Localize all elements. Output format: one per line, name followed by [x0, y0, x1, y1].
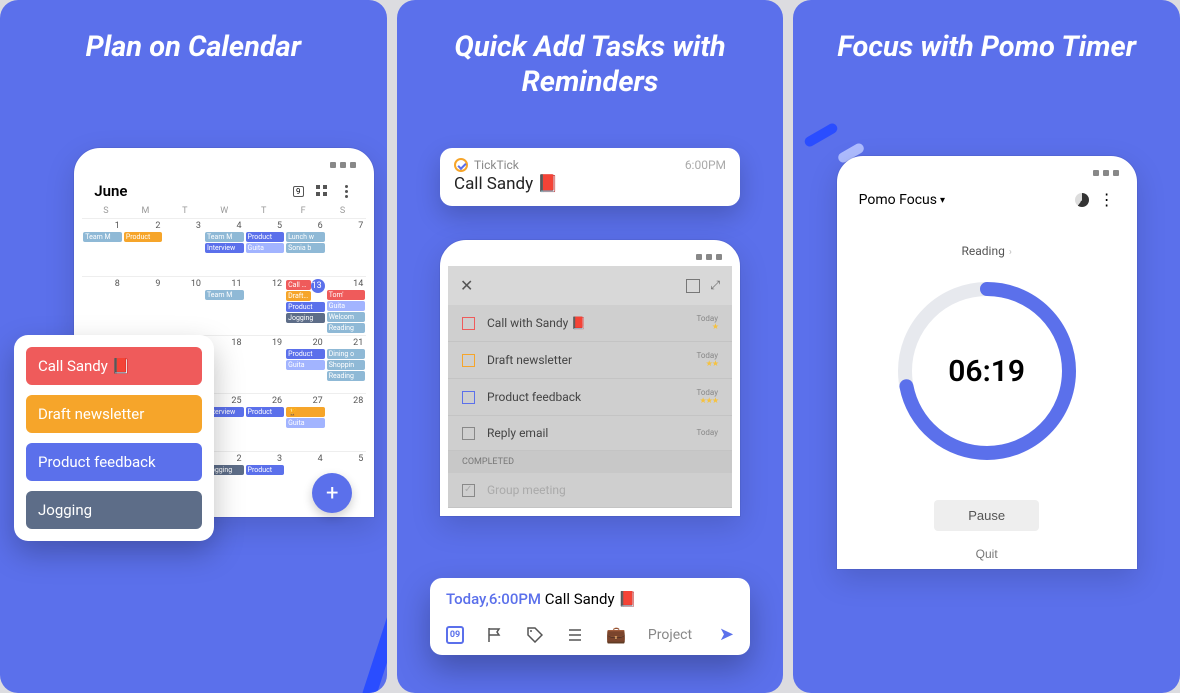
pomo-ring: 06:19: [892, 276, 1082, 466]
floating-task[interactable]: Draft newsletter: [26, 395, 202, 433]
date-icon[interactable]: 09: [446, 626, 464, 644]
notification-app: TickTick: [474, 158, 519, 172]
weekday-row: SMTWTFS: [82, 204, 366, 218]
pomo-title[interactable]: Pomo Focus: [859, 192, 937, 208]
checkbox-icon[interactable]: [462, 354, 475, 367]
calendar-cell[interactable]: 5ProductGuita: [245, 218, 286, 276]
task-title: Draft newsletter: [487, 353, 572, 367]
checkbox-icon[interactable]: [462, 317, 475, 330]
calendar-header: June 9: [82, 174, 366, 204]
quick-add-input[interactable]: Today,6:00PM Call Sandy 📕: [446, 590, 734, 608]
task-row[interactable]: ✓ Group meeting: [448, 473, 732, 508]
task-row[interactable]: Call with Sandy 📕Today★: [448, 305, 732, 342]
briefcase-icon: 💼: [606, 625, 626, 644]
task-row[interactable]: Draft newsletterToday★★: [448, 342, 732, 379]
quick-add-bar[interactable]: Today,6:00PM Call Sandy 📕 09 💼 Project ➤: [430, 578, 750, 655]
floating-task[interactable]: Jogging: [26, 491, 202, 529]
calendar-cell[interactable]: 13Call SanDraft neProductJogging: [285, 276, 326, 335]
pomo-time: 06:19: [892, 276, 1082, 466]
calendar-cell[interactable]: 12: [245, 276, 286, 335]
checkbox-icon[interactable]: ✓: [462, 484, 475, 497]
send-icon[interactable]: ➤: [719, 624, 734, 645]
panel-pomo: Focus with Pomo Timer Pomo Focus ▾ ⋮ Rea…: [793, 0, 1180, 693]
flag-icon[interactable]: [486, 626, 504, 644]
panel-headline: Plan on Calendar: [10, 30, 377, 65]
more-icon[interactable]: [338, 183, 354, 199]
chevron-right-icon: ›: [1009, 247, 1012, 258]
checkbox-icon[interactable]: [462, 427, 475, 440]
status-bar: [845, 164, 1129, 182]
add-fab[interactable]: +: [312, 473, 352, 513]
calendar-cell[interactable]: 3Product: [245, 451, 286, 509]
calendar-cell[interactable]: 1Team M: [82, 218, 123, 276]
calendar-cell[interactable]: 11Team M: [204, 276, 245, 335]
stats-icon[interactable]: [1075, 193, 1089, 207]
chevron-down-icon[interactable]: ▾: [940, 195, 945, 206]
quit-button[interactable]: Quit: [976, 547, 998, 561]
phone-frame: Pomo Focus ▾ ⋮ Reading › 06:19 Pause Quit: [837, 156, 1137, 569]
panel-headline: Focus with Pomo Timer: [803, 30, 1170, 65]
panel-calendar: Plan on Calendar June 9 SMTWTFS 1Team M2…: [0, 0, 387, 693]
checkbox-icon[interactable]: [462, 391, 475, 404]
tag-icon[interactable]: [526, 626, 544, 644]
activity-label: Reading: [961, 244, 1004, 258]
expand-icon[interactable]: ⤢: [710, 278, 720, 293]
calendar-cell[interactable]: 14Tom'GuitaWelcomReading: [326, 276, 367, 335]
calendar-cell[interactable]: 28: [326, 393, 367, 451]
task-row[interactable]: Reply emailToday: [448, 416, 732, 451]
phone-frame: ✕ ⤢ Call with Sandy 📕Today★Draft newslet…: [440, 240, 740, 516]
accent-stripe: [803, 122, 839, 149]
section-completed[interactable]: COMPLETED: [448, 451, 732, 473]
calendar-cell[interactable]: 20ProductGuita: [285, 335, 326, 393]
calendar-cell[interactable]: 8: [82, 276, 123, 335]
calendar-cell[interactable]: 2Product: [123, 218, 164, 276]
pause-button[interactable]: Pause: [934, 500, 1039, 531]
parsed-datetime: Today,6:00PM: [446, 590, 541, 608]
panel-quickadd: Quick Add Tasks with Reminders TickTick …: [397, 0, 784, 693]
notification-card[interactable]: TickTick 6:00PM Call Sandy 📕: [440, 148, 740, 206]
calendar-cell[interactable]: 7: [326, 218, 367, 276]
calendar-cell[interactable]: 21Dining oShoppinReading: [326, 335, 367, 393]
list-icon[interactable]: [566, 626, 584, 644]
task-title: Product feedback: [487, 390, 581, 404]
close-icon[interactable]: ✕: [460, 276, 473, 295]
task-topbar: ✕ ⤢: [448, 266, 732, 305]
task-title: Reply email: [487, 426, 548, 440]
calendar-cell[interactable]: 6Lunch wSonia b: [285, 218, 326, 276]
task-title: Group meeting: [487, 483, 566, 497]
calendar-cell[interactable]: 27🏆Guita: [285, 393, 326, 451]
view-grid-icon[interactable]: [314, 183, 330, 199]
calendar-cell[interactable]: 4Team MInterview: [204, 218, 245, 276]
notification-time: 6:00PM: [685, 158, 726, 172]
notification-message: Call Sandy 📕: [454, 174, 726, 194]
today-icon[interactable]: 9: [290, 183, 306, 199]
ticktick-icon: [454, 158, 468, 172]
accent-stripe: [360, 584, 386, 693]
status-bar: [448, 248, 732, 266]
task-title: Call with Sandy 📕: [487, 316, 586, 330]
task-row[interactable]: Product feedbackToday★★★: [448, 379, 732, 416]
note-icon[interactable]: [686, 279, 700, 293]
status-bar: [82, 156, 366, 174]
floating-task[interactable]: Product feedback: [26, 443, 202, 481]
pomo-header: Pomo Focus ▾ ⋮: [845, 182, 1129, 218]
calendar-cell[interactable]: 19: [245, 335, 286, 393]
floating-task-list[interactable]: Call Sandy 📕 Draft newsletter Product feed…: [14, 335, 214, 541]
project-label[interactable]: Project: [648, 627, 692, 643]
panel-headline: Quick Add Tasks with Reminders: [407, 30, 774, 100]
floating-task[interactable]: Call Sandy 📕: [26, 347, 202, 385]
calendar-cell[interactable]: 26Product: [245, 393, 286, 451]
task-list[interactable]: Call with Sandy 📕Today★Draft newsletterT…: [448, 305, 732, 451]
month-label[interactable]: June: [94, 182, 282, 200]
calendar-cell[interactable]: 9: [123, 276, 164, 335]
activity-selector[interactable]: Reading ›: [845, 244, 1129, 258]
calendar-cell[interactable]: 10: [163, 276, 204, 335]
calendar-cell[interactable]: 3: [163, 218, 204, 276]
quick-add-text: Call Sandy 📕: [541, 590, 637, 608]
